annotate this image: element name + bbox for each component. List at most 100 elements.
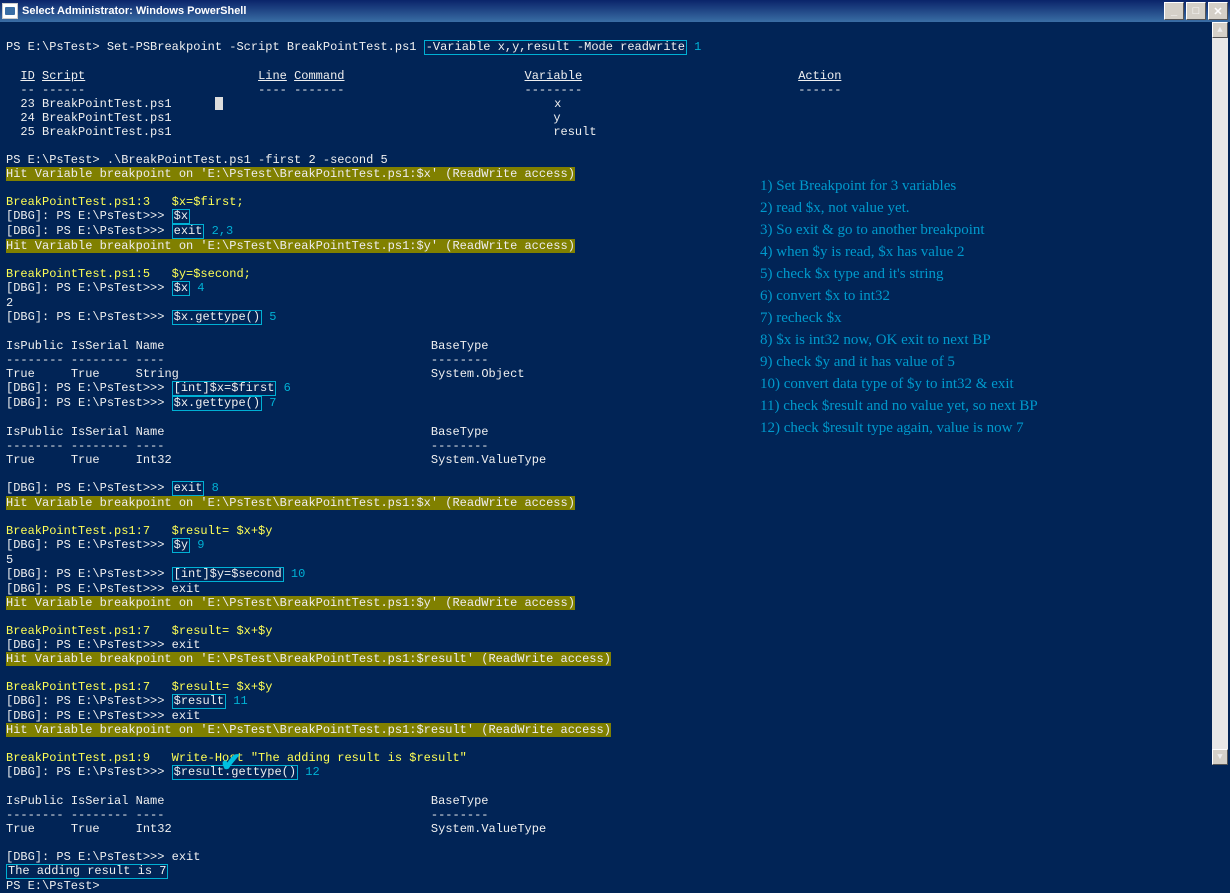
type-underline: -------- -------- ---- --------	[6, 353, 489, 367]
note-item: 11) check $result and no value yet, so n…	[760, 395, 1038, 417]
vertical-scrollbar[interactable]: ▲ ▼	[1212, 22, 1228, 765]
note-item: 4) when $y is read, $x has value 2	[760, 241, 1038, 263]
minimize-button[interactable]: _	[1164, 2, 1184, 20]
cmd-text: Set-PSBreakpoint -Script BreakPointTest.…	[107, 40, 424, 54]
dbg-prompt: [DBG]: PS E:\PsTest>>>	[6, 481, 172, 495]
dbg-prompt: [DBG]: PS E:\PsTest>>>	[6, 538, 172, 552]
hit-message: Hit Variable breakpoint on 'E:\PsTest\Br…	[6, 723, 611, 737]
dbg-prompt: [DBG]: PS E:\PsTest>>>	[6, 582, 172, 596]
output-value: 5	[6, 553, 13, 567]
close-button[interactable]: ✕	[1208, 2, 1228, 20]
annotation-1: 1	[687, 40, 701, 54]
dbg-cmd: $x	[172, 281, 190, 296]
prompt: PS E:\PsTest>	[6, 40, 107, 54]
hit-message: Hit Variable breakpoint on 'E:\PsTest\Br…	[6, 652, 611, 666]
scroll-down-button[interactable]: ▼	[1212, 749, 1228, 765]
note-item: 1) Set Breakpoint for 3 variables	[760, 175, 1038, 197]
dbg-cmd: exit	[172, 224, 205, 239]
type-header: IsPublic IsSerial Name BaseType	[6, 794, 489, 808]
prompt: PS E:\PsTest>	[6, 153, 107, 167]
dbg-cmd: $y	[172, 538, 190, 553]
script-line: BreakPointTest.ps1:5 $y=$second;	[6, 267, 251, 281]
dbg-prompt: [DBG]: PS E:\PsTest>>>	[6, 396, 172, 410]
dbg-prompt: [DBG]: PS E:\PsTest>>>	[6, 638, 172, 652]
annotation-7: 7	[262, 396, 276, 410]
table-row: 25 BreakPointTest.ps1 result	[6, 125, 597, 139]
cursor-icon	[215, 97, 223, 110]
note-item: 3) So exit & go to another breakpoint	[760, 219, 1038, 241]
dbg-cmd: exit	[172, 481, 205, 496]
dbg-prompt: [DBG]: PS E:\PsTest>>>	[6, 850, 172, 864]
annotation-4: 4	[190, 281, 204, 295]
checkmark-icon: ✔	[220, 757, 242, 771]
type-row: True True Int32 System.ValueType	[6, 453, 546, 467]
type-underline: -------- -------- ---- --------	[6, 808, 489, 822]
titlebar[interactable]: Select Administrator: Windows PowerShell…	[0, 0, 1230, 22]
console-area[interactable]: PS E:\PsTest> Set-PSBreakpoint -Script B…	[0, 22, 1230, 765]
note-item: 6) convert $x to int32	[760, 285, 1038, 307]
output-value: 2	[6, 296, 13, 310]
note-item: 7) recheck $x	[760, 307, 1038, 329]
dbg-prompt: [DBG]: PS E:\PsTest>>>	[6, 224, 172, 238]
hit-message: Hit Variable breakpoint on 'E:\PsTest\Br…	[6, 596, 575, 610]
window-title: Select Administrator: Windows PowerShell	[22, 5, 1164, 17]
type-row: True True String System.Object	[6, 367, 525, 381]
cmd-text: .\BreakPointTest.ps1 -first 2 -second 5	[107, 153, 388, 167]
dbg-cmd: exit	[172, 850, 201, 864]
annotation-8: 8	[204, 481, 218, 495]
dbg-cmd: [int]$x=$first	[172, 381, 277, 396]
hit-message: Hit Variable breakpoint on 'E:\PsTest\Br…	[6, 239, 575, 253]
final-output: The adding result is 7	[6, 864, 168, 879]
dbg-cmd: exit	[172, 638, 201, 652]
type-header: IsPublic IsSerial Name BaseType	[6, 339, 489, 353]
maximize-button[interactable]: □	[1186, 2, 1206, 20]
type-underline: -------- -------- ---- --------	[6, 439, 489, 453]
powershell-icon	[2, 3, 18, 19]
header-underline: -- ------ ---- ------- -------- ------	[6, 83, 841, 97]
dbg-cmd: $x.gettype()	[172, 310, 262, 325]
script-line: BreakPointTest.ps1:3 $x=$first;	[6, 195, 244, 209]
dbg-prompt: [DBG]: PS E:\PsTest>>>	[6, 694, 172, 708]
type-row: True True Int32 System.ValueType	[6, 822, 546, 836]
prompt: PS E:\PsTest>	[6, 879, 100, 893]
annotation-11: 11	[226, 694, 248, 708]
dbg-prompt: [DBG]: PS E:\PsTest>>>	[6, 209, 172, 223]
note-item: 5) check $x type and it's string	[760, 263, 1038, 285]
script-line: BreakPointTest.ps1:7 $result= $x+$y	[6, 524, 272, 538]
dbg-cmd: exit	[172, 709, 201, 723]
scroll-track[interactable]	[1212, 38, 1228, 749]
dbg-prompt: [DBG]: PS E:\PsTest>>>	[6, 765, 172, 779]
hit-message: Hit Variable breakpoint on 'E:\PsTest\Br…	[6, 167, 575, 181]
header-row: ID Script Line Command Variable Action	[6, 69, 841, 83]
note-item: 10) convert data type of $y to int32 & e…	[760, 373, 1038, 395]
note-item: 12) check $result type again, value is n…	[760, 417, 1038, 439]
note-item: 2) read $x, not value yet.	[760, 197, 1038, 219]
dbg-cmd: $x	[172, 209, 190, 224]
script-line: BreakPointTest.ps1:7 $result= $x+$y	[6, 680, 272, 694]
dbg-prompt: [DBG]: PS E:\PsTest>>>	[6, 310, 172, 324]
hit-message: Hit Variable breakpoint on 'E:\PsTest\Br…	[6, 496, 575, 510]
dbg-prompt: [DBG]: PS E:\PsTest>>>	[6, 567, 172, 581]
annotation-6: 6	[276, 381, 290, 395]
dbg-cmd: $x.gettype()	[172, 396, 262, 411]
table-row: 24 BreakPointTest.ps1 y	[6, 111, 561, 125]
dbg-cmd: [int]$y=$second	[172, 567, 284, 582]
dbg-cmd: $result	[172, 694, 226, 709]
dbg-cmd: exit	[172, 582, 201, 596]
annotation-10: 10	[284, 567, 306, 581]
table-row: 23 BreakPointTest.ps1 x	[6, 97, 561, 111]
scroll-up-button[interactable]: ▲	[1212, 22, 1228, 38]
annotation-9: 9	[190, 538, 204, 552]
annotation-5: 5	[262, 310, 276, 324]
note-item: 9) check $y and it has value of 5	[760, 351, 1038, 373]
type-header: IsPublic IsSerial Name BaseType	[6, 425, 489, 439]
annotation-2-3: 2,3	[204, 224, 233, 238]
cmd-highlighted: -Variable x,y,result -Mode readwrite	[424, 40, 687, 55]
note-item: 8) $x is int32 now, OK exit to next BP	[760, 329, 1038, 351]
window-buttons: _ □ ✕	[1164, 2, 1228, 20]
dbg-prompt: [DBG]: PS E:\PsTest>>>	[6, 709, 172, 723]
dbg-prompt: [DBG]: PS E:\PsTest>>>	[6, 281, 172, 295]
annotation-notes: 1) Set Breakpoint for 3 variables 2) rea…	[760, 175, 1038, 439]
dbg-prompt: [DBG]: PS E:\PsTest>>>	[6, 381, 172, 395]
annotation-12: 12	[298, 765, 320, 779]
